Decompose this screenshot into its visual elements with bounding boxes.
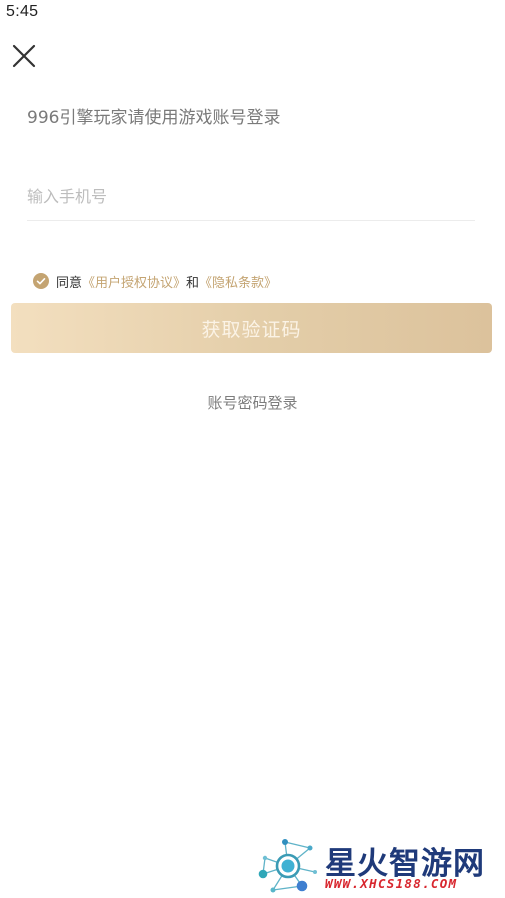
close-icon — [12, 44, 36, 68]
molecule-logo-icon — [258, 839, 317, 893]
watermark-url: WWW.XHCS188.COM — [325, 876, 458, 891]
password-login-link[interactable]: 账号密码登录 — [0, 392, 505, 413]
close-button[interactable] — [8, 40, 40, 72]
login-subtitle: 996引擎玩家请使用游戏账号登录 — [27, 108, 281, 128]
agreement-checkbox[interactable] — [33, 273, 49, 289]
agreement-prefix: 同意 — [56, 275, 83, 291]
phone-number-input[interactable] — [27, 176, 475, 216]
phone-input-underline — [27, 220, 475, 221]
agreement-conjunction: 和 — [186, 275, 200, 291]
user-agreement-link[interactable]: 《用户授权协议》 — [82, 272, 186, 291]
status-bar-time: 5:45 — [6, 3, 39, 20]
site-watermark: 星火智游网 WWW.XHCS188.COM — [255, 834, 505, 898]
privacy-policy-link[interactable]: 《隐私条款》 — [199, 272, 277, 291]
check-circle-icon — [33, 273, 49, 289]
get-verification-code-button[interactable]: 获取验证码 — [11, 303, 492, 353]
agreement-row: 同意 《用户授权协议》 和 《隐私条款》 — [33, 271, 277, 291]
